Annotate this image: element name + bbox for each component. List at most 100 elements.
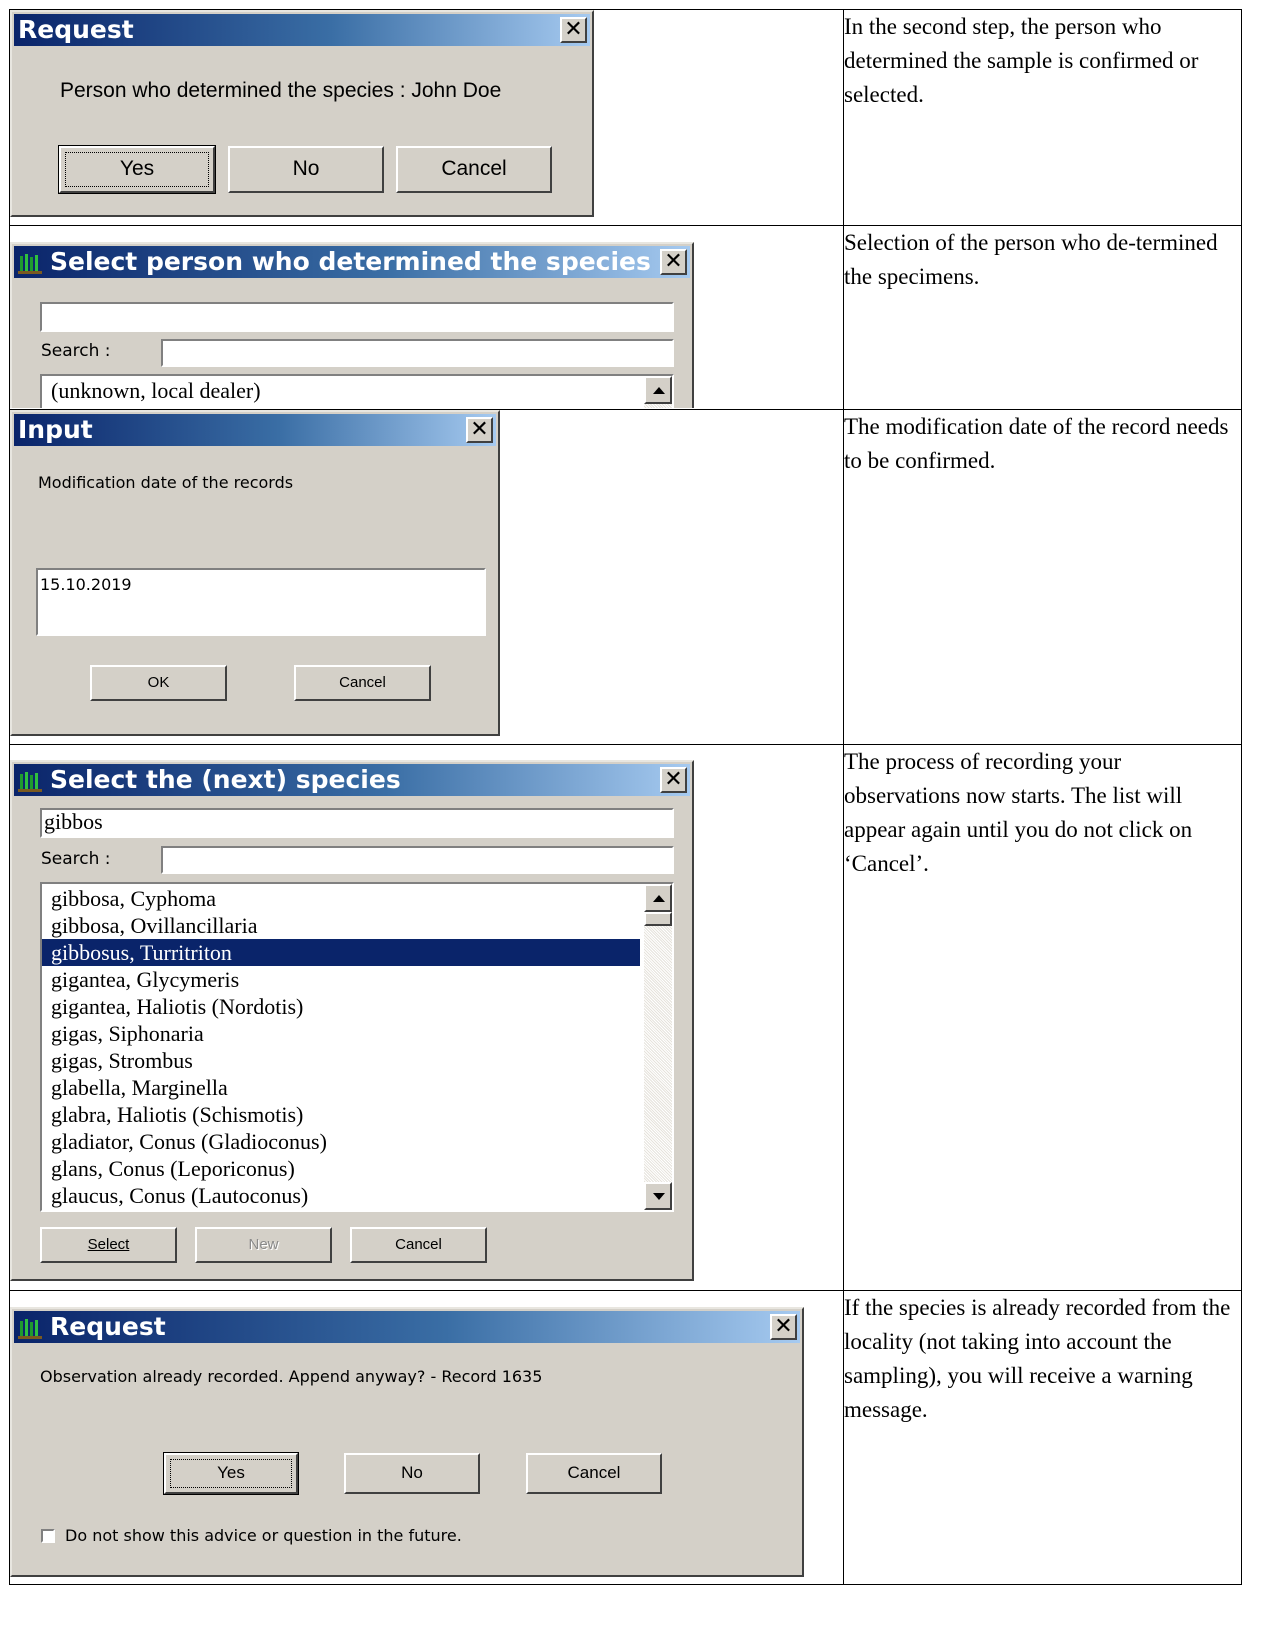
list-item[interactable]: (unknown, local dealer): [42, 376, 672, 403]
doc-row-2: Select person who determined the species…: [9, 225, 1242, 410]
description-cell: If the species is already recorded from …: [843, 1290, 1242, 1585]
new-button-label: New: [248, 1236, 279, 1253]
species-list[interactable]: gibbosa, Cyphoma gibbosa, Ovillancillari…: [40, 882, 674, 1212]
focus-rect: [170, 1459, 292, 1488]
select-person-dialog: Select person who determined the species…: [10, 242, 694, 408]
cancel-button-label: Cancel: [567, 1463, 621, 1482]
dialog-title: Select person who determined the species: [50, 247, 651, 276]
close-icon[interactable]: ✕: [466, 417, 493, 443]
ok-button[interactable]: OK: [90, 665, 227, 701]
scroll-down-button[interactable]: [644, 1182, 672, 1210]
dialog-title: Select the (next) species: [50, 765, 401, 794]
list-item-selected[interactable]: gibbosus, Turritriton: [42, 939, 640, 966]
scroll-thumb[interactable]: [644, 912, 672, 926]
list-item[interactable]: gigas, Siphonaria: [42, 1020, 640, 1047]
ok-button-label: OK: [147, 674, 170, 691]
title-bar: Request ✕: [14, 1311, 800, 1343]
close-icon[interactable]: ✕: [560, 17, 587, 43]
list-item[interactable]: gigantea, Glycymeris: [42, 966, 640, 993]
up-arrow-icon: [653, 387, 665, 394]
top-field[interactable]: [40, 302, 674, 332]
scroll-up-button[interactable]: [644, 376, 672, 404]
title-bar: Request ✕: [14, 14, 590, 46]
title-bar: Select the (next) species ✕: [14, 764, 690, 796]
new-button[interactable]: New: [195, 1227, 332, 1263]
scrollbar[interactable]: [644, 884, 672, 1210]
dialog-title: Request: [18, 15, 134, 44]
date-input[interactable]: 15.10.2019: [36, 568, 486, 636]
doc-row-3: Input ✕ Modification date of the records…: [9, 409, 1242, 745]
dialog-title: Input: [18, 415, 93, 444]
date-input-value: 15.10.2019: [40, 575, 132, 594]
doc-row-5: Request ✕ Observation already recorded. …: [9, 1290, 1242, 1585]
list-item[interactable]: glaucus, Conus (Lautoconus): [42, 1182, 640, 1209]
list-item[interactable]: gibbosa, Ovillancillaria: [42, 912, 640, 939]
close-icon[interactable]: ✕: [660, 767, 687, 793]
screenshot-cell: Request ✕ Observation already recorded. …: [9, 1290, 844, 1585]
description-cell: The process of recording your observatio…: [843, 744, 1242, 1291]
doc-row-4: Select the (next) species ✕ gibbos Searc…: [9, 744, 1242, 1291]
input-prompt: Modification date of the records: [38, 473, 294, 492]
dialog-title: Request: [50, 1312, 166, 1341]
select-button-label: Select: [87, 1236, 130, 1253]
forest-icon: [18, 254, 42, 274]
dont-show-checkbox-label[interactable]: Do not show this advice or question in t…: [65, 1526, 462, 1545]
list-item[interactable]: glabella, Marginella: [42, 1074, 640, 1101]
list-item[interactable]: gigas, Strombus: [42, 1047, 640, 1074]
search-input[interactable]: [161, 339, 674, 367]
list-item[interactable]: gibbosa, Cyphoma: [42, 885, 640, 912]
scroll-up-button[interactable]: [644, 884, 672, 912]
cancel-button[interactable]: Cancel: [396, 146, 552, 193]
search-label: Search :: [41, 849, 111, 869]
top-field-value: gibbos: [44, 809, 103, 834]
select-button[interactable]: Select: [40, 1227, 177, 1263]
select-species-dialog: Select the (next) species ✕ gibbos Searc…: [10, 760, 694, 1281]
title-bar: Select person who determined the species…: [14, 246, 690, 278]
doc-row-1: Request ✕ Person who determined the spec…: [9, 9, 1242, 226]
list-item[interactable]: gigantea, Haliotis (Nordotis): [42, 993, 640, 1020]
list-item[interactable]: gladiator, Conus (Gladioconus): [42, 1128, 640, 1155]
focus-rect: [65, 152, 209, 187]
cancel-button-label: Cancel: [441, 157, 507, 180]
up-arrow-icon: [653, 895, 665, 902]
description-cell: In the second step, the person who deter…: [843, 9, 1242, 226]
screenshot-cell: Select the (next) species ✕ gibbos Searc…: [9, 744, 844, 1291]
search-label: Search :: [41, 341, 111, 361]
no-button-label: No: [292, 157, 320, 180]
title-bar: Input ✕: [14, 414, 496, 446]
species-list-items: gibbosa, Cyphoma gibbosa, Ovillancillari…: [42, 884, 640, 1209]
close-icon[interactable]: ✕: [770, 1314, 797, 1340]
screenshot-cell: Select person who determined the species…: [9, 225, 844, 410]
no-button[interactable]: No: [228, 146, 384, 193]
no-button[interactable]: No: [344, 1453, 480, 1494]
cancel-button-label: Cancel: [395, 1236, 442, 1253]
cancel-button[interactable]: Cancel: [526, 1453, 662, 1494]
request-dialog: Request ✕ Observation already recorded. …: [10, 1307, 804, 1577]
yes-button[interactable]: Yes: [163, 1452, 299, 1495]
cancel-button[interactable]: Cancel: [294, 665, 431, 701]
screenshot-cell: Request ✕ Person who determined the spec…: [9, 9, 844, 226]
close-icon[interactable]: ✕: [660, 249, 687, 275]
list-item[interactable]: glans, Conus (Leporiconus): [42, 1155, 640, 1182]
description-cell: The modification date of the record need…: [843, 409, 1242, 745]
dialog-message: Observation already recorded. Append any…: [40, 1367, 543, 1386]
person-list[interactable]: (unknown, local dealer): [40, 374, 674, 408]
cancel-button-label: Cancel: [339, 674, 386, 691]
request-dialog: Request ✕ Person who determined the spec…: [10, 10, 594, 217]
scrollbar[interactable]: [644, 376, 672, 408]
documentation-table: Request ✕ Person who determined the spec…: [9, 9, 1242, 1585]
dont-show-checkbox[interactable]: [41, 1529, 55, 1543]
cancel-button[interactable]: Cancel: [350, 1227, 487, 1263]
description-cell: Selection of the person who de-termined …: [843, 225, 1242, 410]
input-dialog: Input ✕ Modification date of the records…: [10, 410, 500, 736]
yes-button[interactable]: Yes: [58, 145, 216, 194]
no-button-label: No: [401, 1463, 423, 1482]
list-item[interactable]: glabra, Haliotis (Schismotis): [42, 1101, 640, 1128]
search-input[interactable]: [161, 846, 674, 874]
forest-icon: [18, 1319, 42, 1339]
down-arrow-icon: [653, 1193, 665, 1200]
forest-icon: [18, 772, 42, 792]
top-field[interactable]: gibbos: [40, 808, 674, 838]
screenshot-cell: Input ✕ Modification date of the records…: [9, 409, 844, 745]
dialog-message: Person who determined the species : John…: [60, 79, 502, 102]
